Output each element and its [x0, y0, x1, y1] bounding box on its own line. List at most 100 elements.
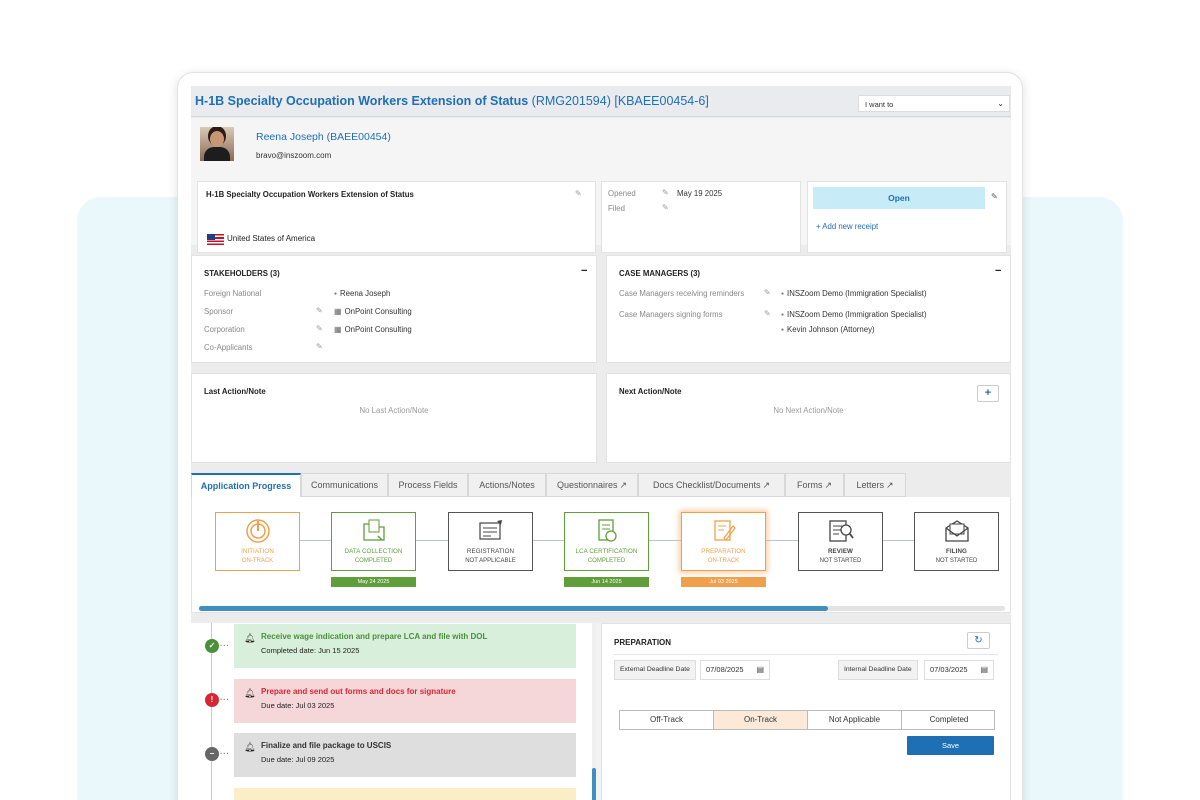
calendar-icon[interactable]: ▤ [756, 661, 764, 679]
profile-section: Reena Joseph (BAEE00454) bravo@inszoom.c… [191, 118, 1011, 253]
stage-status: COMPLETED [587, 558, 626, 564]
tab-process-fields[interactable]: Process Fields [388, 473, 468, 497]
save-button[interactable]: Save [907, 736, 994, 755]
collapse-icon[interactable]: − [995, 265, 1001, 277]
stage-lca-certification[interactable]: LCA CERTIFICATION COMPLETED [564, 512, 649, 571]
tab-communications[interactable]: Communications [301, 473, 388, 497]
next-action-empty: No Next Action/Note [773, 406, 844, 415]
edit-icon[interactable]: ✎ [662, 188, 669, 197]
task-title: Prepare and send out forms and docs for … [261, 687, 456, 696]
status-option-off-track[interactable]: Off-Track [620, 711, 714, 729]
edit-icon[interactable]: ✎ [991, 192, 998, 201]
stage-name: LCA CERTIFICATION [575, 548, 638, 555]
status-option-completed[interactable]: Completed [902, 711, 996, 729]
tab-actions-notes[interactable]: Actions/Notes [468, 473, 546, 497]
stage-filing[interactable]: FILING NOT STARTED [914, 512, 999, 571]
collapse-icon[interactable]: − [581, 265, 587, 277]
scrollbar-thumb[interactable] [592, 768, 596, 800]
case-type: H-1B Specialty Occupation Workers Extens… [206, 190, 414, 199]
edit-icon[interactable]: ✎ [316, 324, 323, 333]
check-icon: ✓ ··· [205, 639, 229, 653]
tab-docs-checklist[interactable]: Docs Checklist/Documents ↗ [638, 473, 785, 497]
stakeholder-label: Sponsor [204, 307, 234, 316]
next-action-panel: Next Action/Note + No Next Action/Note [606, 373, 1011, 463]
filed-label: Filed [608, 204, 625, 213]
stage-initiation[interactable]: INITIATION ON-TRACK [215, 512, 300, 571]
internal-deadline: Internal Deadline Date 07/03/2025 ▤ [838, 660, 998, 680]
scrollbar[interactable] [592, 623, 596, 800]
keyboard-icon [479, 520, 502, 540]
bell-icon[interactable]: 🔔︎ [244, 633, 255, 644]
next-action-heading: Next Action/Note [619, 387, 682, 396]
stage-name: PREPARATION [701, 548, 746, 555]
edit-icon[interactable]: ✎ [316, 342, 323, 351]
envelope-icon [945, 520, 969, 542]
stage-detail-panel: PREPARATION ↻ External Deadline Date 07/… [601, 623, 1011, 800]
tab-label: Docs Checklist/Documents [652, 480, 761, 490]
edit-icon[interactable]: ✎ [575, 189, 582, 198]
stage-registration[interactable]: REGISTRATION NOT APPLICABLE [448, 512, 533, 571]
i-want-to-dropdown[interactable]: I want to ⌄ [858, 95, 1010, 112]
bell-icon[interactable]: 🔔︎ [244, 742, 255, 753]
add-receipt-link[interactable]: + Add new receipt [816, 222, 878, 231]
task-date: Completed date: Jun 15 2025 [261, 646, 360, 655]
edit-icon[interactable]: ✎ [316, 306, 323, 315]
task-item[interactable]: 🔔︎ Finalize and file package to USCIS Du… [234, 733, 576, 777]
tab-forms[interactable]: Forms ↗ [785, 473, 844, 497]
person-name[interactable]: Reena Joseph (BAEE00454) [256, 131, 391, 143]
task-item[interactable]: 🔔︎ Receive wage indication and prepare L… [234, 624, 576, 668]
status-option-on-track[interactable]: On-Track [714, 711, 808, 729]
stakeholder-value: Reena Joseph [334, 289, 390, 298]
stage-preparation[interactable]: PREPARATION ON-TRACK [681, 512, 766, 571]
lower-section: ✓ ··· 🔔︎ Receive wage indication and prep… [191, 623, 1011, 800]
edit-icon[interactable]: ✎ [662, 203, 669, 212]
internal-deadline-input[interactable]: 07/03/2025 ▤ [924, 660, 994, 680]
external-deadline-input[interactable]: 07/08/2025 ▤ [700, 660, 770, 680]
last-action-empty: No Last Action/Note [359, 406, 429, 415]
stakeholder-value: OnPoint Consulting [334, 307, 412, 316]
tab-application-progress[interactable]: Application Progress [191, 473, 301, 497]
edit-icon[interactable]: ✎ [764, 309, 771, 318]
stage-review[interactable]: REVIEW NOT STARTED [798, 512, 883, 571]
external-link-icon: ↗ [762, 480, 771, 490]
last-action-panel: Last Action/Note No Last Action/Note [191, 373, 597, 463]
stage-status: COMPLETED [354, 558, 393, 564]
edit-icon[interactable]: ✎ [764, 288, 771, 297]
refresh-icon[interactable]: ↻ [967, 632, 990, 649]
stage-date: Jun 14 2025 [564, 577, 649, 587]
stage-name: REGISTRATION [466, 548, 515, 555]
case-managers-heading: CASE MANAGERS (3) [619, 269, 701, 278]
external-deadline: External Deadline Date 07/08/2025 ▤ [614, 660, 784, 680]
status-card: Open ✎ + Add new receipt [807, 181, 1007, 253]
task-timeline: ✓ ··· 🔔︎ Receive wage indication and prep… [191, 623, 596, 800]
tab-letters[interactable]: Letters ↗ [844, 473, 906, 497]
stage-data-collection[interactable]: DATA COLLECTION COMPLETED [331, 512, 416, 571]
calendar-icon[interactable]: ▤ [980, 661, 988, 679]
case-status-button[interactable]: Open [813, 187, 985, 209]
add-note-button[interactable]: + [977, 385, 999, 402]
country: United States of America [227, 234, 316, 243]
manager-value: INSZoom Demo (Immigration Specialist) [781, 310, 927, 319]
manager-value: INSZoom Demo (Immigration Specialist) [781, 289, 927, 298]
stage-status: ON-TRACK [707, 558, 740, 564]
status-option-not-applicable[interactable]: Not Applicable [808, 711, 902, 729]
external-deadline-value: 07/08/2025 [706, 665, 744, 674]
task-title: Finalize and file package to USCIS [261, 741, 392, 750]
stage-date: Jul 03 2025 [681, 577, 766, 587]
external-link-icon: ↗ [619, 480, 628, 490]
stage-status: NOT APPLICABLE [465, 558, 516, 564]
external-deadline-label: External Deadline Date [614, 660, 696, 680]
stakeholder-label: Co-Applicants [204, 343, 253, 352]
bell-icon[interactable]: 🔔︎ [244, 688, 255, 699]
manager-value: Kevin Johnson (Attorney) [781, 325, 875, 334]
opened-value: May 19 2025 [677, 189, 723, 198]
last-action-heading: Last Action/Note [204, 387, 266, 396]
tab-questionnaires[interactable]: Questionnaires ↗ [546, 473, 638, 497]
case-managers-panel: CASE MANAGERS (3) − Case Managers receiv… [606, 255, 1011, 363]
stakeholder-value: OnPoint Consulting [334, 325, 412, 334]
stage-status-selector: Off-Track On-Track Not Applicable Comple… [619, 710, 995, 730]
stage-name: FILING [946, 548, 967, 555]
task-item[interactable]: 🔔︎ Prepare and send out forms and docs f… [234, 679, 576, 723]
task-item[interactable] [234, 788, 576, 800]
document-pen-icon [714, 520, 736, 541]
